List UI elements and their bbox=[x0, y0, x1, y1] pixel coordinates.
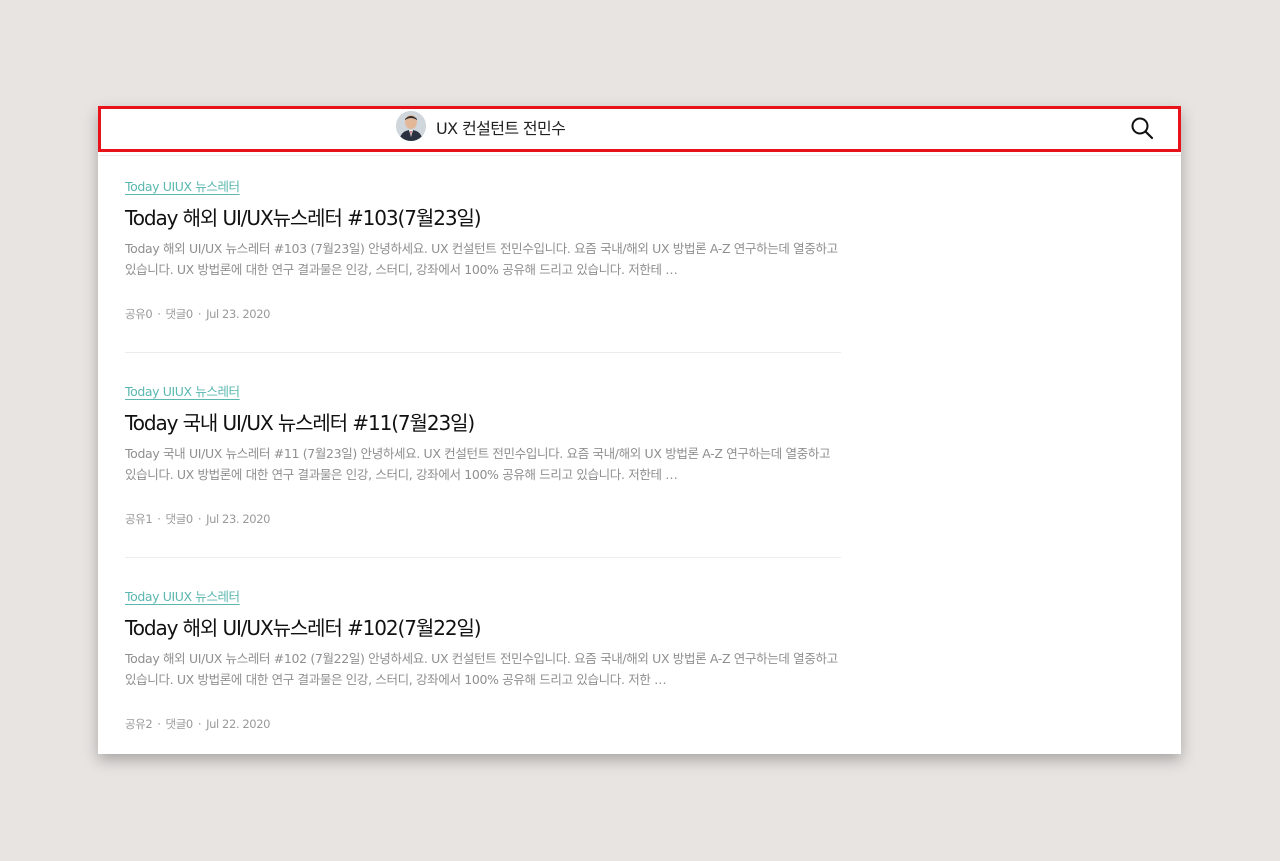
post-date: Jul 23. 2020 bbox=[206, 512, 271, 526]
post-title[interactable]: Today 해외 UI/UX뉴스레터 #103(7월23일) bbox=[125, 202, 482, 231]
meta-separator: · bbox=[197, 717, 202, 731]
share-count: 공유0 bbox=[125, 307, 153, 321]
post-excerpt[interactable]: Today 국내 UI/UX 뉴스레터 #11 (7월23일) 안녕하세요. U… bbox=[125, 443, 841, 485]
comment-count: 댓글0 bbox=[165, 307, 194, 321]
post-category-link[interactable]: Today UIUX 뉴스레터 bbox=[125, 381, 240, 400]
search-button[interactable] bbox=[1128, 114, 1156, 142]
comment-count: 댓글0 bbox=[165, 717, 194, 731]
post-meta: 공유0 · 댓글0 · Jul 23. 2020 bbox=[125, 306, 270, 322]
share-count: 공유1 bbox=[125, 512, 153, 526]
post-meta: 공유1 · 댓글0 · Jul 23. 2020 bbox=[125, 511, 270, 527]
site-title[interactable]: UX 컨설턴트 전민수 bbox=[436, 115, 566, 139]
post-excerpt[interactable]: Today 해외 UI/UX 뉴스레터 #103 (7월23일) 안녕하세요. … bbox=[125, 238, 841, 280]
meta-separator: · bbox=[197, 307, 202, 321]
meta-separator: · bbox=[157, 717, 161, 731]
share-count: 공유2 bbox=[125, 717, 153, 731]
post-title[interactable]: Today 해외 UI/UX뉴스레터 #102(7월22일) bbox=[125, 612, 482, 641]
search-icon bbox=[1131, 117, 1154, 140]
comment-count: 댓글0 bbox=[165, 512, 194, 526]
post-title[interactable]: Today 국내 UI/UX 뉴스레터 #11(7월23일) bbox=[125, 407, 475, 436]
post-item[interactable]: Today UIUX 뉴스레터 Today 해외 UI/UX뉴스레터 #103(… bbox=[125, 176, 841, 321]
post-item[interactable]: Today UIUX 뉴스레터 Today 국내 UI/UX 뉴스레터 #11(… bbox=[125, 381, 841, 526]
author-avatar[interactable] bbox=[396, 111, 426, 141]
post-excerpt[interactable]: Today 해외 UI/UX 뉴스레터 #102 (7월22일) 안녕하세요. … bbox=[125, 648, 841, 690]
meta-separator: · bbox=[157, 307, 161, 321]
post-divider bbox=[125, 557, 841, 558]
post-meta: 공유2 · 댓글0 · Jul 22. 2020 bbox=[125, 716, 270, 732]
post-category-link[interactable]: Today UIUX 뉴스레터 bbox=[125, 586, 240, 605]
post-item[interactable]: Today UIUX 뉴스레터 Today 해외 UI/UX뉴스레터 #102(… bbox=[125, 586, 841, 731]
header-divider bbox=[98, 155, 1181, 156]
post-date: Jul 22. 2020 bbox=[206, 717, 271, 731]
meta-separator: · bbox=[157, 512, 161, 526]
post-category-link[interactable]: Today UIUX 뉴스레터 bbox=[125, 176, 240, 195]
top-header: UX 컨설턴트 전민수 bbox=[98, 106, 1181, 154]
meta-separator: · bbox=[197, 512, 202, 526]
blog-card: UX 컨설턴트 전민수 Today UIUX 뉴스레터 Today 해외 UI/… bbox=[98, 106, 1181, 754]
post-divider bbox=[125, 352, 841, 353]
post-date: Jul 23. 2020 bbox=[206, 307, 271, 321]
